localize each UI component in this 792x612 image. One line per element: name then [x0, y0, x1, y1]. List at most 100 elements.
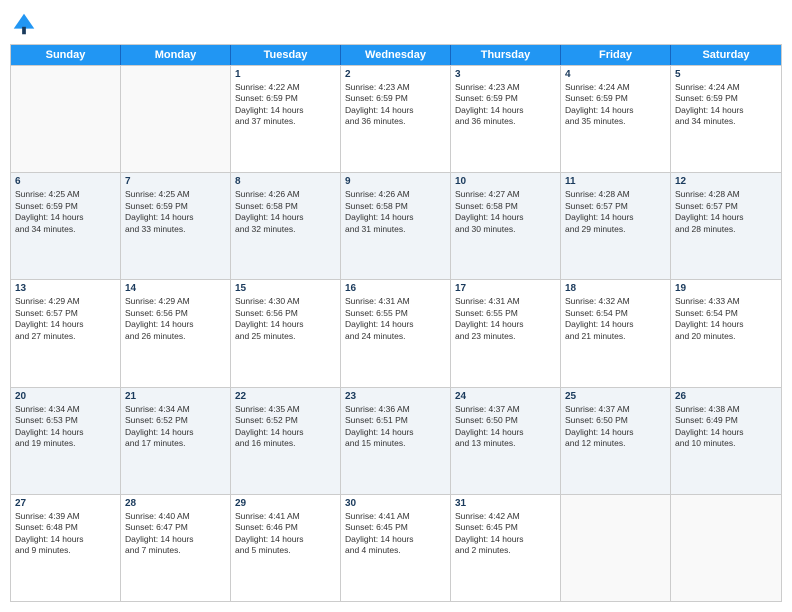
day-number: 5 [675, 69, 777, 80]
weekday-header: Saturday [671, 45, 781, 65]
page: SundayMondayTuesdayWednesdayThursdayFrid… [0, 0, 792, 612]
calendar-row: 1 Sunrise: 4:22 AM Sunset: 6:59 PM Daylig… [11, 65, 781, 172]
day-number: 28 [125, 498, 226, 509]
calendar-cell: 9Sunrise: 4:26 AM Sunset: 6:58 PM Daylig… [341, 173, 451, 279]
calendar-body: 1 Sunrise: 4:22 AM Sunset: 6:59 PM Daylig… [11, 65, 781, 601]
calendar-row: 13 Sunrise: 4:29 AM Sunset: 6:57 PM Dayli… [11, 279, 781, 386]
day-detail: Sunrise: 4:29 AM Sunset: 6:56 PM Dayligh… [125, 296, 226, 342]
calendar-cell: 13 Sunrise: 4:29 AM Sunset: 6:57 PM Dayli… [11, 280, 121, 386]
day-detail: Sunrise: 4:22 AM Sunset: 6:59 PM Dayligh… [235, 82, 336, 128]
day-number: 27 [15, 498, 116, 509]
calendar-cell: 2Sunrise: 4:23 AM Sunset: 6:59 PM Daylig… [341, 66, 451, 172]
day-number: 22 [235, 391, 336, 402]
calendar-cell: 5 Sunrise: 4:24 AM Sunset: 6:59 PM Daylig… [671, 66, 781, 172]
calendar-cell: 16 Sunrise: 4:31 AM Sunset: 6:55 PM Dayli… [341, 280, 451, 386]
calendar-cell: 14 Sunrise: 4:29 AM Sunset: 6:56 PM Dayli… [121, 280, 231, 386]
day-number: 2 [345, 69, 446, 80]
day-detail: Sunrise: 4:37 AM Sunset: 6:50 PM Dayligh… [565, 404, 666, 450]
day-number: 18 [565, 283, 666, 294]
weekday-header: Friday [561, 45, 671, 65]
day-number: 24 [455, 391, 556, 402]
day-number: 1 [235, 69, 336, 80]
calendar-cell: 26 Sunrise: 4:38 AM Sunset: 6:49 PM Dayli… [671, 388, 781, 494]
calendar-row: 6 Sunrise: 4:25 AM Sunset: 6:59 PM Daylig… [11, 172, 781, 279]
day-detail: Sunrise: 4:24 AM Sunset: 6:59 PM Dayligh… [565, 82, 666, 128]
calendar-cell: 7Sunrise: 4:25 AM Sunset: 6:59 PM Daylig… [121, 173, 231, 279]
weekday-header: Sunday [11, 45, 121, 65]
day-detail: Sunrise: 4:39 AM Sunset: 6:48 PM Dayligh… [15, 511, 116, 557]
day-number: 31 [455, 498, 556, 509]
day-detail: Sunrise: 4:27 AM Sunset: 6:58 PM Dayligh… [455, 189, 556, 235]
day-number: 30 [345, 498, 446, 509]
day-number: 10 [455, 176, 556, 187]
day-number: 6 [15, 176, 116, 187]
calendar-header: SundayMondayTuesdayWednesdayThursdayFrid… [11, 45, 781, 65]
day-number: 19 [675, 283, 777, 294]
day-number: 20 [15, 391, 116, 402]
calendar-cell: 15 Sunrise: 4:30 AM Sunset: 6:56 PM Dayli… [231, 280, 341, 386]
calendar-cell: 8 Sunrise: 4:26 AM Sunset: 6:58 PM Daylig… [231, 173, 341, 279]
day-detail: Sunrise: 4:36 AM Sunset: 6:51 PM Dayligh… [345, 404, 446, 450]
day-detail: Sunrise: 4:41 AM Sunset: 6:45 PM Dayligh… [345, 511, 446, 557]
calendar-cell: 30 Sunrise: 4:41 AM Sunset: 6:45 PM Dayli… [341, 495, 451, 601]
day-detail: Sunrise: 4:24 AM Sunset: 6:59 PM Dayligh… [675, 82, 777, 128]
day-detail: Sunrise: 4:25 AM Sunset: 6:59 PM Dayligh… [125, 189, 226, 235]
calendar-cell: 6 Sunrise: 4:25 AM Sunset: 6:59 PM Daylig… [11, 173, 121, 279]
day-number: 15 [235, 283, 336, 294]
day-detail: Sunrise: 4:38 AM Sunset: 6:49 PM Dayligh… [675, 404, 777, 450]
calendar-cell: 24Sunrise: 4:37 AM Sunset: 6:50 PM Dayli… [451, 388, 561, 494]
calendar-row: 20Sunrise: 4:34 AM Sunset: 6:53 PM Dayli… [11, 387, 781, 494]
day-detail: Sunrise: 4:28 AM Sunset: 6:57 PM Dayligh… [565, 189, 666, 235]
weekday-header: Monday [121, 45, 231, 65]
calendar-cell: 28 Sunrise: 4:40 AM Sunset: 6:47 PM Dayli… [121, 495, 231, 601]
calendar-cell-empty [671, 495, 781, 601]
calendar-cell: 20Sunrise: 4:34 AM Sunset: 6:53 PM Dayli… [11, 388, 121, 494]
day-detail: Sunrise: 4:26 AM Sunset: 6:58 PM Dayligh… [235, 189, 336, 235]
calendar-cell: 29Sunrise: 4:41 AM Sunset: 6:46 PM Dayli… [231, 495, 341, 601]
day-detail: Sunrise: 4:34 AM Sunset: 6:52 PM Dayligh… [125, 404, 226, 450]
day-detail: Sunrise: 4:26 AM Sunset: 6:58 PM Dayligh… [345, 189, 446, 235]
calendar-cell: 23Sunrise: 4:36 AM Sunset: 6:51 PM Dayli… [341, 388, 451, 494]
day-detail: Sunrise: 4:30 AM Sunset: 6:56 PM Dayligh… [235, 296, 336, 342]
day-detail: Sunrise: 4:33 AM Sunset: 6:54 PM Dayligh… [675, 296, 777, 342]
day-number: 11 [565, 176, 666, 187]
day-number: 21 [125, 391, 226, 402]
calendar-cell: 27 Sunrise: 4:39 AM Sunset: 6:48 PM Dayli… [11, 495, 121, 601]
day-number: 4 [565, 69, 666, 80]
calendar-cell: 19 Sunrise: 4:33 AM Sunset: 6:54 PM Dayli… [671, 280, 781, 386]
calendar-row: 27 Sunrise: 4:39 AM Sunset: 6:48 PM Dayli… [11, 494, 781, 601]
calendar-cell: 25 Sunrise: 4:37 AM Sunset: 6:50 PM Dayli… [561, 388, 671, 494]
day-detail: Sunrise: 4:29 AM Sunset: 6:57 PM Dayligh… [15, 296, 116, 342]
weekday-header: Tuesday [231, 45, 341, 65]
day-number: 17 [455, 283, 556, 294]
logo [10, 10, 42, 38]
header [10, 10, 782, 38]
day-detail: Sunrise: 4:35 AM Sunset: 6:52 PM Dayligh… [235, 404, 336, 450]
calendar-cell: 3Sunrise: 4:23 AM Sunset: 6:59 PM Daylig… [451, 66, 561, 172]
calendar-cell: 17 Sunrise: 4:31 AM Sunset: 6:55 PM Dayli… [451, 280, 561, 386]
day-number: 26 [675, 391, 777, 402]
weekday-header: Thursday [451, 45, 561, 65]
day-number: 29 [235, 498, 336, 509]
day-number: 8 [235, 176, 336, 187]
day-number: 13 [15, 283, 116, 294]
calendar-cell-empty [561, 495, 671, 601]
day-number: 12 [675, 176, 777, 187]
calendar-cell: 11 Sunrise: 4:28 AM Sunset: 6:57 PM Dayli… [561, 173, 671, 279]
calendar-cell: 22 Sunrise: 4:35 AM Sunset: 6:52 PM Dayli… [231, 388, 341, 494]
calendar-cell: 18Sunrise: 4:32 AM Sunset: 6:54 PM Dayli… [561, 280, 671, 386]
day-detail: Sunrise: 4:31 AM Sunset: 6:55 PM Dayligh… [345, 296, 446, 342]
day-detail: Sunrise: 4:40 AM Sunset: 6:47 PM Dayligh… [125, 511, 226, 557]
calendar-cell: 1 Sunrise: 4:22 AM Sunset: 6:59 PM Daylig… [231, 66, 341, 172]
logo-icon [10, 10, 38, 38]
day-detail: Sunrise: 4:31 AM Sunset: 6:55 PM Dayligh… [455, 296, 556, 342]
day-detail: Sunrise: 4:42 AM Sunset: 6:45 PM Dayligh… [455, 511, 556, 557]
day-number: 25 [565, 391, 666, 402]
day-number: 16 [345, 283, 446, 294]
day-number: 14 [125, 283, 226, 294]
calendar-cell: 4 Sunrise: 4:24 AM Sunset: 6:59 PM Daylig… [561, 66, 671, 172]
weekday-header: Wednesday [341, 45, 451, 65]
calendar-cell: 12Sunrise: 4:28 AM Sunset: 6:57 PM Dayli… [671, 173, 781, 279]
day-detail: Sunrise: 4:25 AM Sunset: 6:59 PM Dayligh… [15, 189, 116, 235]
calendar-cell-empty [121, 66, 231, 172]
